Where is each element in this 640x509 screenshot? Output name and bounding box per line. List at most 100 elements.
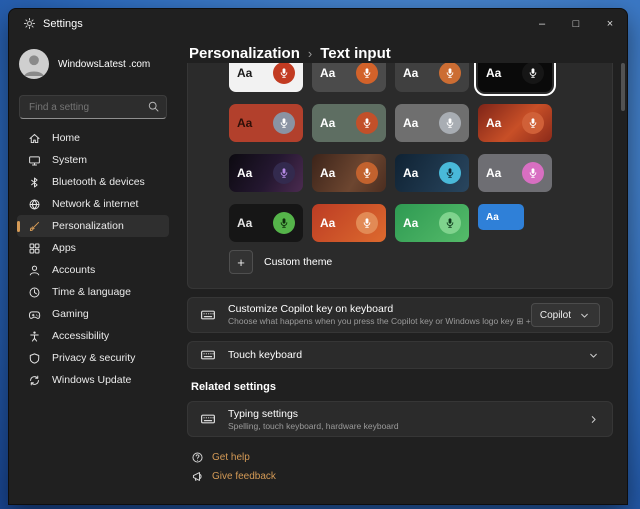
selection-indicator [17,221,20,232]
microphone-icon [522,162,544,184]
settings-window: Settings – □ × WindowsLatest .com Home [8,8,628,505]
search-icon [147,100,160,113]
user-account-row[interactable]: WindowsLatest .com [19,49,150,79]
theme-tile[interactable]: Aa [229,104,303,142]
theme-tile[interactable]: Aa [395,104,469,142]
sidebar-item-home[interactable]: Home [17,127,169,149]
copilot-dropdown[interactable]: Copilot [531,303,600,327]
search-input[interactable] [19,95,167,119]
theme-aa-label: Aa [320,116,335,130]
theme-tile[interactable]: Aa [312,204,386,242]
typing-settings-subtitle: Spelling, touch keyboard, hardware keybo… [228,421,399,431]
microphone-icon [439,162,461,184]
theme-aa-label: Aa [237,216,252,230]
theme-aa-label: Aa [320,166,335,180]
system-icon [28,154,41,167]
theme-tile[interactable]: Aa [312,63,386,92]
keyboard-icon [200,347,216,363]
sidebar-item-label: Accessibility [52,330,109,342]
theme-aa-label: Aa [237,166,252,180]
get-help-link[interactable]: Get help [191,451,250,464]
maximize-button[interactable]: □ [559,9,593,39]
custom-theme-button[interactable]: + Custom theme [229,250,332,274]
sidebar-item-label: Network & internet [52,198,138,210]
sidebar: WindowsLatest .com Home System Bluetooth… [9,39,177,504]
scrollbar [621,63,625,500]
theme-aa-label: Aa [237,66,252,80]
theme-tile[interactable]: Aa [395,154,469,192]
theme-tile[interactable]: Aa [312,104,386,142]
copilot-key-setting-row: Customize Copilot key on keyboard Choose… [187,297,613,333]
theme-gallery-card: Aa Aa Aa Aa [187,63,613,289]
microphone-icon [273,63,295,84]
microphone-icon [356,162,378,184]
sidebar-item-network-internet[interactable]: Network & internet [17,193,169,215]
theme-tile[interactable]: Aa [395,63,469,92]
sidebar-item-accounts[interactable]: Accounts [17,259,169,281]
sidebar-item-windows-update[interactable]: Windows Update [17,369,169,391]
search-box [19,95,167,119]
breadcrumb-parent[interactable]: Personalization [189,45,300,62]
breadcrumb-separator-icon: › [308,46,312,61]
copilot-setting-subtitle: Choose what happens when you press the C… [228,316,519,327]
sidebar-item-label: Gaming [52,308,89,320]
theme-tiles-grid: Aa Aa Aa Aa [229,63,552,242]
typing-settings-title: Typing settings [228,408,399,420]
theme-tile[interactable]: Aa [478,204,524,230]
microphone-icon [356,63,378,84]
sidebar-item-bluetooth-devices[interactable]: Bluetooth & devices [17,171,169,193]
windows-update-icon [28,374,41,387]
sidebar-item-label: Windows Update [52,374,131,386]
chevron-down-icon [587,349,600,362]
scrollbar-thumb[interactable] [621,63,625,111]
give-feedback-label: Give feedback [212,471,276,482]
microphone-icon [273,162,295,184]
touch-keyboard-row[interactable]: Touch keyboard [187,341,613,369]
theme-tile[interactable]: Aa [478,104,552,142]
theme-tile-selected[interactable]: Aa [478,63,552,92]
theme-aa-label: Aa [237,116,252,130]
sidebar-item-time-language[interactable]: Time & language [17,281,169,303]
get-help-label: Get help [212,452,250,463]
plus-icon: + [229,250,253,274]
custom-theme-label: Custom theme [264,256,332,268]
theme-tile[interactable]: Aa [229,63,303,92]
sidebar-item-label: System [52,154,87,166]
bluetooth-icon [28,176,41,189]
sidebar-item-gaming[interactable]: Gaming [17,303,169,325]
sidebar-item-label: Accounts [52,264,95,276]
microphone-icon [273,112,295,134]
theme-aa-label: Aa [403,216,418,230]
window-title: Settings [43,9,83,39]
theme-tile[interactable]: Aa [395,204,469,242]
theme-tile[interactable]: Aa [229,154,303,192]
sidebar-item-label: Home [52,132,80,144]
settings-gear-icon [23,17,36,30]
accounts-icon [28,264,41,277]
theme-aa-label: Aa [403,166,418,180]
sidebar-nav: Home System Bluetooth & devices Network … [17,127,169,391]
give-feedback-link[interactable]: Give feedback [191,470,276,483]
copilot-setting-title: Customize Copilot key on keyboard [228,303,519,315]
minimize-button[interactable]: – [525,9,559,39]
sidebar-item-system[interactable]: System [17,149,169,171]
network-icon [28,198,41,211]
theme-tile[interactable]: Aa [478,154,552,192]
scroll-viewport: Aa Aa Aa Aa [177,63,619,504]
theme-tile[interactable]: Aa [229,204,303,242]
breadcrumb: Personalization › Text input [189,45,391,62]
sidebar-item-personalization[interactable]: Personalization [17,215,169,237]
sidebar-item-privacy-security[interactable]: Privacy & security [17,347,169,369]
sidebar-item-accessibility[interactable]: Accessibility [17,325,169,347]
sidebar-item-label: Apps [52,242,76,254]
typing-settings-row[interactable]: Typing settings Spelling, touch keyboard… [187,401,613,437]
microphone-icon [356,112,378,134]
main-content: Personalization › Text input Aa Aa [177,39,627,504]
theme-tile[interactable]: Aa [312,154,386,192]
close-button[interactable]: × [593,9,627,39]
sidebar-item-label: Time & language [52,286,131,298]
privacy-icon [28,352,41,365]
theme-aa-label: Aa [486,212,499,223]
sidebar-item-apps[interactable]: Apps [17,237,169,259]
microphone-icon [439,212,461,234]
